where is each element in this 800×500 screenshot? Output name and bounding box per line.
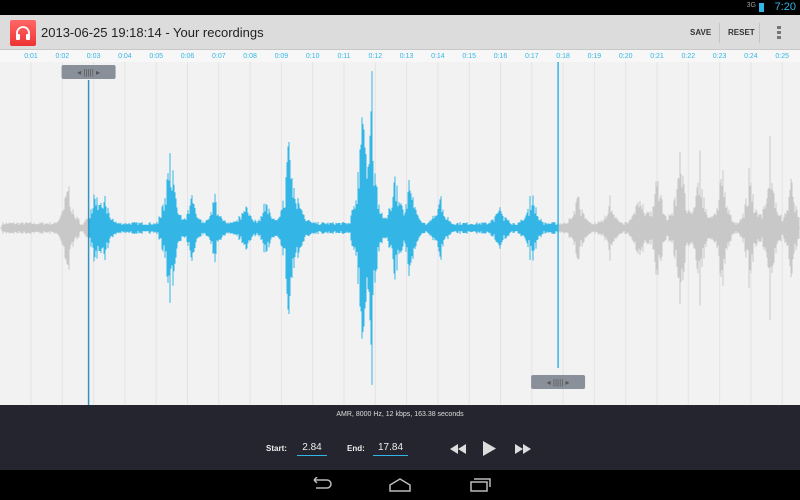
status-bar: 3G 7:20 [0, 0, 800, 15]
home-icon[interactable] [388, 477, 412, 493]
fast-forward-button[interactable] [515, 444, 531, 454]
timeline-tick: 0:18 [556, 53, 570, 60]
timeline-tick: 0:21 [650, 53, 664, 60]
battery-icon [759, 3, 764, 12]
overflow-menu-icon[interactable] [777, 26, 782, 41]
timeline-tick: 0:11 [337, 53, 350, 60]
timeline-tick: 0:03 [87, 53, 101, 60]
playback-controls: AMR, 8000 Hz, 12 kbps, 163.38 seconds St… [0, 405, 800, 470]
navigation-bar [0, 470, 800, 500]
timeline-tick: 0:17 [525, 53, 539, 60]
signal-icon: 3G [746, 2, 756, 9]
timeline-tick: 0:25 [775, 53, 789, 60]
timeline-tick: 0:12 [368, 53, 382, 60]
back-icon[interactable] [308, 477, 332, 493]
end-marker-handle-grip-icon: ◂ ||||| ▸ [547, 378, 570, 387]
headphones-icon[interactable] [10, 20, 36, 46]
timeline-tick: 0:09 [275, 53, 289, 60]
timeline-tick: 0:02 [55, 53, 69, 60]
action-bar: 2013-06-25 19:18:14 - Your recordings SA… [0, 15, 800, 50]
timeline-tick: 0:24 [744, 53, 758, 60]
timeline-tick: 0:08 [243, 53, 257, 60]
timeline-tick: 0:01 [24, 53, 38, 60]
timeline-tick: 0:10 [306, 53, 320, 60]
rewind-button[interactable] [450, 444, 466, 454]
timeline-tick: 0:06 [181, 53, 195, 60]
page-title: 2013-06-25 19:18:14 - Your recordings [41, 25, 264, 40]
timeline-tick: 0:20 [619, 53, 633, 60]
start-label: Start: [266, 444, 287, 453]
save-button[interactable]: SAVE [690, 15, 711, 50]
play-button[interactable] [483, 441, 496, 456]
timeline-tick: 0:07 [212, 53, 226, 60]
end-label: End: [347, 444, 365, 453]
start-time-input[interactable]: 2.84 [297, 441, 327, 456]
timeline-tick: 0:05 [149, 53, 163, 60]
timeline-tick: 0:04 [118, 53, 132, 60]
timeline-tick: 0:22 [681, 53, 695, 60]
recent-apps-icon[interactable] [469, 477, 493, 493]
start-marker-handle-grip-icon: ◂ ||||| ▸ [77, 68, 100, 77]
clock: 7:20 [774, 1, 796, 13]
file-info: AMR, 8000 Hz, 12 kbps, 163.38 seconds [336, 411, 464, 418]
timeline-tick: 0:16 [494, 53, 508, 60]
divider [759, 23, 760, 43]
end-time-input[interactable]: 17.84 [373, 441, 408, 456]
timeline-tick: 0:15 [462, 53, 476, 60]
timeline-tick: 0:14 [431, 53, 445, 60]
timeline-tick: 0:23 [713, 53, 727, 60]
divider [719, 23, 720, 43]
reset-button[interactable]: RESET [728, 15, 755, 50]
timeline-tick: 0:19 [588, 53, 602, 60]
timeline-tick: 0:13 [400, 53, 414, 60]
waveform-editor[interactable]: 0:01 0:02 0:03 0:04 0:05 0:06 0:07 0:08 0:09 0:10… [0, 50, 800, 405]
